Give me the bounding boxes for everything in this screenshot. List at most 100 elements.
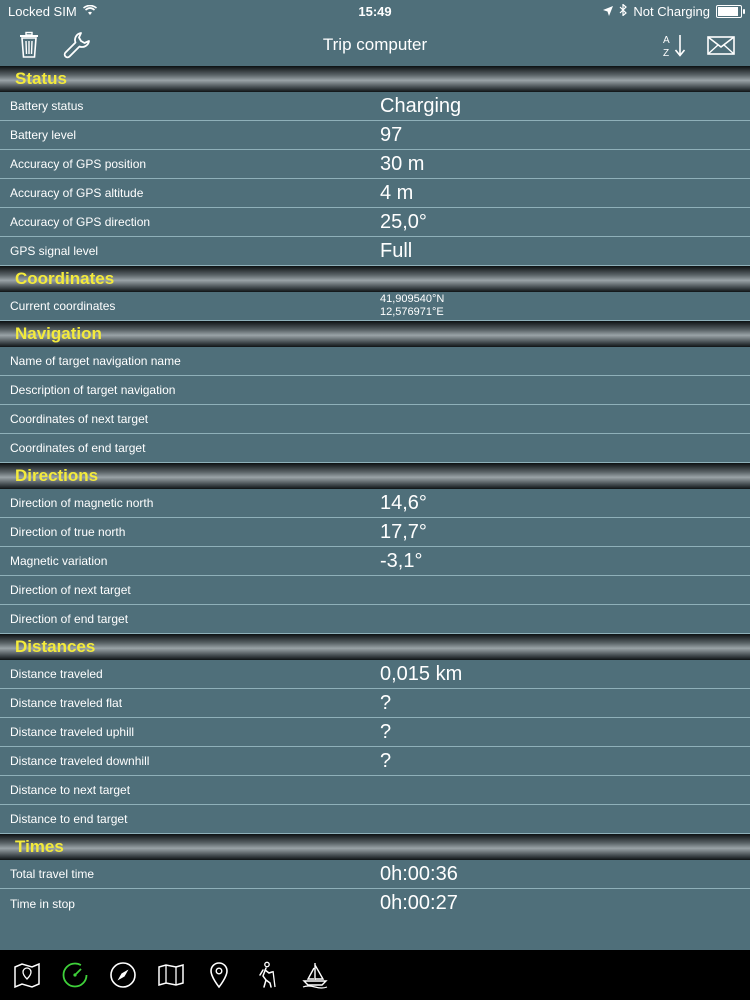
data-row[interactable]: Accuracy of GPS direction 25,0° bbox=[0, 208, 750, 237]
data-row[interactable]: Battery status Charging bbox=[0, 92, 750, 121]
app-screen: Locked SIM 15:49 Not Charging Trip compu… bbox=[0, 0, 750, 1000]
row-value: 30 m bbox=[380, 152, 425, 175]
section-header: Navigation bbox=[0, 321, 750, 347]
row-label: Distance to next target bbox=[10, 783, 131, 797]
data-row[interactable]: Coordinates of next target bbox=[0, 405, 750, 434]
bluetooth-icon bbox=[619, 2, 628, 19]
data-row[interactable]: Current coordinates 41,909540°N 12,576971°… bbox=[0, 292, 750, 321]
row-label: Direction of end target bbox=[10, 612, 129, 626]
section-header: Distances bbox=[0, 634, 750, 660]
tab-bar bbox=[0, 950, 750, 1000]
data-row[interactable]: Distance to next target bbox=[0, 776, 750, 805]
section-header: Times bbox=[0, 834, 750, 860]
tab-trip-computer[interactable] bbox=[60, 960, 90, 990]
data-row[interactable]: Direction of end target bbox=[0, 605, 750, 634]
data-row[interactable]: Accuracy of GPS position 30 m bbox=[0, 150, 750, 179]
row-label: Distance traveled flat bbox=[10, 696, 123, 710]
data-row[interactable]: Magnetic variation -3,1° bbox=[0, 547, 750, 576]
tab-maps[interactable] bbox=[156, 960, 186, 990]
status-right: Not Charging bbox=[603, 2, 745, 19]
row-value: 41,909540°N 12,576971°E bbox=[380, 293, 444, 319]
section-header: Coordinates bbox=[0, 266, 750, 292]
row-value: ? bbox=[380, 720, 392, 743]
row-label: Time in stop bbox=[10, 896, 75, 911]
data-row[interactable]: Distance traveled 0,015 km bbox=[0, 660, 750, 689]
row-label: Accuracy of GPS altitude bbox=[10, 186, 144, 200]
section-title: Distances bbox=[15, 637, 96, 656]
sort-button[interactable]: A Z bbox=[658, 28, 692, 62]
data-row[interactable]: Total travel time 0h:00:36 bbox=[0, 860, 750, 889]
data-row[interactable]: Coordinates of end target bbox=[0, 434, 750, 463]
section-title: Directions bbox=[15, 466, 99, 485]
row-label: Name of target navigation name bbox=[10, 354, 181, 368]
page-title: Trip computer bbox=[322, 35, 428, 54]
data-row[interactable]: Distance traveled uphill? bbox=[0, 718, 750, 747]
row-label: Direction of next target bbox=[10, 583, 131, 597]
row-label: Magnetic variation bbox=[10, 554, 108, 568]
row-value: 17,7° bbox=[380, 520, 427, 543]
row-value: 97 bbox=[380, 123, 403, 146]
row-value: -3,1° bbox=[380, 549, 423, 572]
section-header: Status bbox=[0, 66, 750, 92]
row-label: Coordinates of end target bbox=[10, 441, 146, 455]
data-row[interactable]: Description of target navigation bbox=[0, 376, 750, 405]
settings-button[interactable] bbox=[60, 28, 94, 62]
nav-right-buttons: A Z bbox=[658, 28, 738, 62]
row-label: Distance traveled uphill bbox=[10, 725, 135, 739]
section-title: Status bbox=[15, 69, 67, 88]
nav-left-buttons bbox=[12, 28, 94, 62]
mail-icon bbox=[707, 36, 735, 55]
row-value: ? bbox=[380, 691, 392, 714]
data-row[interactable]: Direction of next target bbox=[0, 576, 750, 605]
data-row[interactable]: Direction of true north 17,7° bbox=[0, 518, 750, 547]
tab-map[interactable] bbox=[12, 960, 42, 990]
section-title: Times bbox=[15, 837, 64, 856]
compass-icon bbox=[110, 962, 136, 988]
trip-data-list[interactable]: Status Battery status Charging Battery leve… bbox=[0, 66, 750, 950]
row-label: Direction of true north bbox=[10, 525, 126, 539]
data-row[interactable]: Battery level 97 bbox=[0, 121, 750, 150]
tab-compass[interactable] bbox=[108, 960, 138, 990]
data-row[interactable]: Time in stop 0h:00:27 bbox=[0, 889, 750, 918]
carrier-label: Locked SIM bbox=[8, 3, 77, 19]
trip-computer-icon bbox=[62, 962, 88, 988]
delete-button[interactable] bbox=[12, 28, 46, 62]
svg-text:A: A bbox=[663, 35, 670, 46]
svg-text:Z: Z bbox=[663, 48, 669, 59]
folded-map-icon bbox=[158, 964, 184, 986]
tab-routes[interactable] bbox=[300, 960, 330, 990]
data-row[interactable]: Accuracy of GPS altitude 4 m bbox=[0, 179, 750, 208]
data-row[interactable]: Name of target navigation name bbox=[0, 347, 750, 376]
location-pin-icon bbox=[210, 962, 228, 989]
section-title: Coordinates bbox=[15, 269, 115, 288]
data-row[interactable]: Distance traveled downhill? bbox=[0, 747, 750, 776]
tab-waypoints[interactable] bbox=[204, 960, 234, 990]
row-label: Description of target navigation bbox=[10, 383, 176, 397]
battery-text: Not Charging bbox=[633, 3, 710, 19]
row-label: Distance traveled bbox=[10, 667, 103, 681]
data-row[interactable]: Distance traveled flat? bbox=[0, 689, 750, 718]
nav-bar: Trip computer A Z bbox=[0, 22, 750, 68]
location-arrow-icon bbox=[603, 4, 614, 19]
row-value: 0,015 km bbox=[380, 662, 463, 685]
wifi-icon bbox=[82, 4, 97, 19]
email-button[interactable] bbox=[704, 28, 738, 62]
row-value: 0h:00:27 bbox=[380, 892, 458, 914]
status-left: Locked SIM bbox=[8, 4, 97, 19]
section-header: Directions bbox=[0, 463, 750, 489]
row-label: Accuracy of GPS position bbox=[10, 157, 147, 171]
row-label: Battery status bbox=[10, 99, 84, 113]
data-row[interactable]: Distance to end target bbox=[0, 805, 750, 834]
sort-az-icon: A Z bbox=[663, 35, 686, 59]
status-bar: Locked SIM 15:49 Not Charging bbox=[0, 0, 750, 22]
tab-tracks[interactable] bbox=[252, 960, 282, 990]
row-value: ? bbox=[380, 749, 392, 772]
row-value: 25,0° bbox=[380, 210, 427, 233]
row-label: Accuracy of GPS direction bbox=[10, 215, 151, 229]
row-label: Total travel time bbox=[10, 867, 95, 881]
data-row[interactable]: GPS signal level Full bbox=[0, 237, 750, 266]
row-value: Full bbox=[380, 239, 413, 262]
map-icon bbox=[14, 962, 40, 989]
row-label: Distance traveled downhill bbox=[10, 754, 150, 768]
data-row[interactable]: Direction of magnetic north 14,6° bbox=[0, 489, 750, 518]
